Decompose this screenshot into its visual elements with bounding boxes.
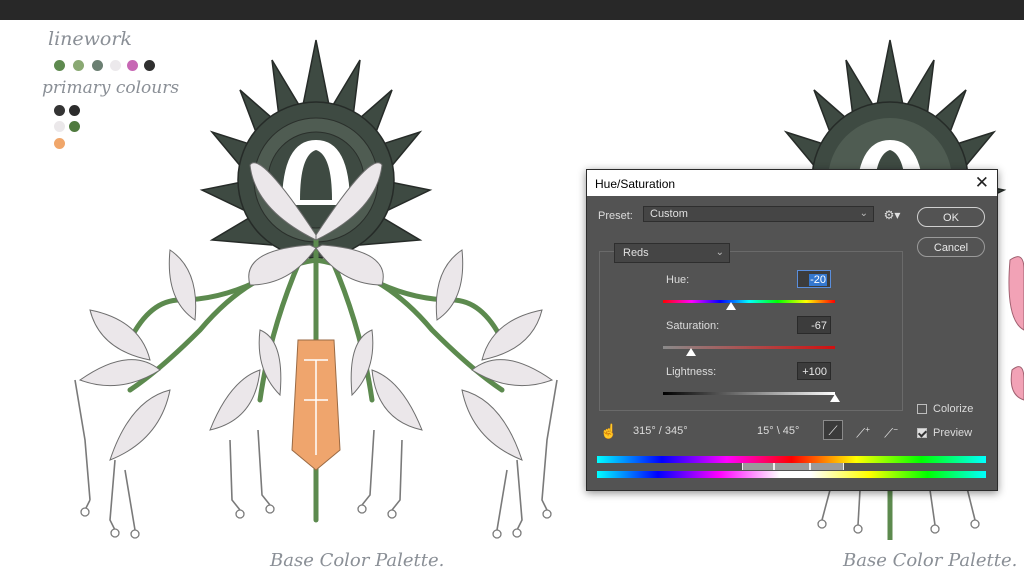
- eyedropper-plus-icon[interactable]: ⟋+: [853, 420, 873, 440]
- gear-icon[interactable]: ⚙▾: [882, 205, 902, 225]
- swatch-primary-1: [54, 105, 65, 116]
- chevron-down-icon: ⌄: [859, 208, 868, 219]
- range-right-readout: 15° \ 45°: [757, 425, 800, 437]
- colorize-label: Colorize: [933, 403, 974, 415]
- hue-input[interactable]: -20: [797, 270, 831, 288]
- close-icon[interactable]: ✕: [975, 173, 989, 193]
- ok-button[interactable]: OK: [917, 207, 985, 227]
- hue-saturation-dialog: Hue/Saturation ✕ Preset: Custom ⌄ ⚙▾ OK …: [586, 169, 998, 491]
- caption-right: Base Color Palette.: [843, 550, 1018, 571]
- swatch-linework-5: [127, 60, 138, 71]
- eyedropper-minus-icon[interactable]: ⟋−: [881, 420, 901, 440]
- range-left-readout: 315° / 345°: [633, 425, 688, 437]
- swatch-linework-3: [92, 60, 103, 71]
- primary-colours-note: primary colours: [42, 78, 180, 98]
- range-selector[interactable]: [742, 463, 844, 470]
- swatch-primary-3: [54, 121, 65, 132]
- app-top-bar: [0, 0, 1024, 20]
- channel-dropdown[interactable]: Reds ⌄: [614, 243, 730, 263]
- hue-slider-thumb[interactable]: [726, 302, 736, 310]
- range-handle-left[interactable]: [773, 463, 775, 470]
- swatch-primary-5: [54, 138, 65, 149]
- adjustment-group: [599, 251, 903, 411]
- swatch-primary-2: [69, 105, 80, 116]
- lightness-slider-thumb[interactable]: [830, 394, 840, 402]
- hue-label: Hue:: [666, 274, 690, 286]
- lightness-input[interactable]: +100: [797, 362, 831, 380]
- colorize-checkbox[interactable]: [917, 404, 927, 414]
- lightness-label: Lightness:: [666, 366, 717, 378]
- preset-label: Preset:: [598, 210, 633, 222]
- input-color-bar: [597, 456, 986, 463]
- artwork-left: [74, 39, 558, 539]
- hue-slider-track[interactable]: [663, 300, 835, 303]
- swatch-linework-4: [110, 60, 121, 71]
- cancel-button[interactable]: Cancel: [917, 237, 985, 257]
- preview-checkbox[interactable]: [917, 428, 927, 438]
- hand-tool-icon[interactable]: ☝: [599, 421, 619, 441]
- lightness-slider-track[interactable]: [663, 392, 835, 395]
- eyedropper-icon[interactable]: ⟋: [823, 420, 843, 440]
- dialog-title-bar[interactable]: Hue/Saturation ✕: [587, 170, 997, 196]
- swatch-linework-1: [54, 60, 65, 71]
- chevron-down-icon: ⌄: [715, 247, 724, 258]
- saturation-input[interactable]: -67: [797, 316, 831, 334]
- saturation-slider-thumb[interactable]: [686, 348, 696, 356]
- output-color-bar: [597, 471, 986, 478]
- channel-value: Reds: [623, 247, 649, 259]
- swatch-primary-4: [69, 121, 80, 132]
- preset-value: Custom: [650, 208, 688, 220]
- preset-dropdown[interactable]: Custom ⌄: [643, 206, 874, 222]
- preview-label: Preview: [933, 427, 973, 439]
- hue-value: -20: [809, 274, 827, 286]
- linework-note: linework: [48, 28, 132, 50]
- caption-left: Base Color Palette.: [270, 550, 445, 571]
- range-handle-right[interactable]: [809, 463, 811, 470]
- saturation-label: Saturation:: [666, 320, 720, 332]
- swatch-linework-6: [144, 60, 155, 71]
- swatch-linework-2: [73, 60, 84, 71]
- dialog-title: Hue/Saturation: [595, 177, 676, 191]
